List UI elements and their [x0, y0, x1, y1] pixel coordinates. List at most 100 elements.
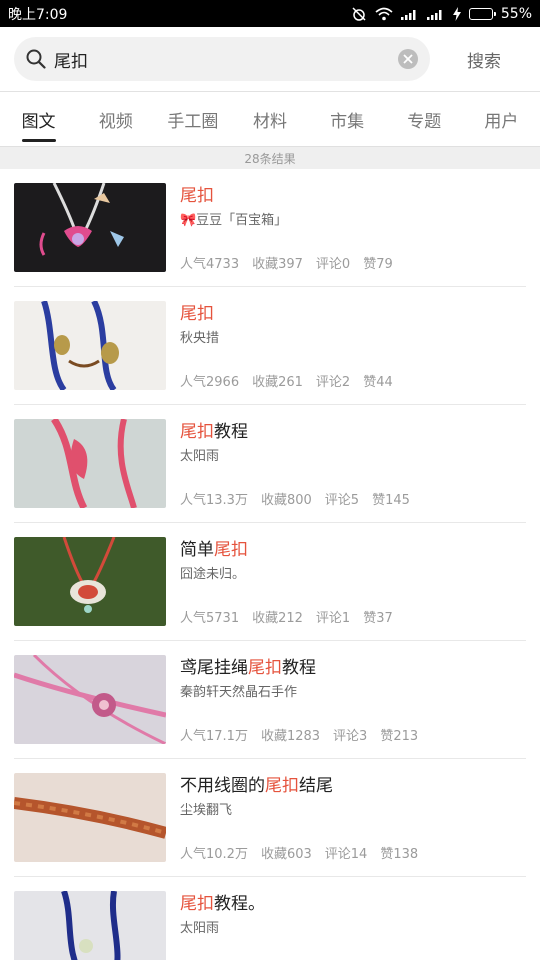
wifi-icon — [375, 7, 393, 21]
cell-signal-icon — [400, 8, 419, 20]
title-prefix: 不用线圈的 — [180, 776, 265, 796]
status-bar: 晚上7:09 55% — [0, 0, 540, 27]
result-thumbnail[interactable] — [14, 773, 166, 862]
result-author[interactable]: 囧途未归。 — [180, 567, 526, 583]
tab-3[interactable]: 材料 — [231, 92, 308, 146]
result-author[interactable]: 尘埃翻飞 — [180, 803, 526, 819]
stat-popularity: 人气13.3万 — [180, 493, 248, 508]
result-item[interactable]: 尾扣 🎀豆豆「百宝箱」 人气4733 收藏397 评论0 赞79 — [14, 169, 526, 287]
title-suffix: 教程 — [214, 422, 248, 442]
result-item[interactable]: 鸢尾挂绳尾扣教程秦韵轩天然晶石手作 人气17.1万 收藏1283 评论3 赞213 — [14, 641, 526, 759]
stat-comments: 评论1 — [315, 611, 351, 626]
result-info: 尾扣秋央措人气2966 收藏261 评论2 赞44 — [180, 301, 526, 390]
stat-popularity: 人气5731 — [180, 611, 240, 626]
result-item[interactable]: 简单尾扣囧途未归。人气5731 收藏212 评论1 赞37 — [14, 523, 526, 641]
result-stats: 人气13.3万 收藏800 评论5 赞145 — [180, 489, 410, 508]
tab-0[interactable]: 图文 — [0, 92, 77, 146]
stat-favorites: 收藏1283 — [260, 729, 321, 744]
result-thumbnail[interactable] — [14, 537, 166, 626]
result-item[interactable]: 尾扣教程太阳雨人气13.3万 收藏800 评论5 赞145 — [14, 405, 526, 523]
stat-favorites: 收藏397 — [252, 257, 303, 272]
result-thumbnail[interactable] — [14, 419, 166, 508]
stat-comments: 评论3 — [333, 729, 368, 744]
result-stats: 人气10.2万 收藏603 评论14 赞138 — [180, 843, 418, 862]
result-title[interactable]: 不用线圈的尾扣结尾 — [180, 775, 526, 797]
result-item[interactable]: 尾扣秋央措人气2966 收藏261 评论2 赞44 — [14, 287, 526, 405]
stat-favorites: 收藏212 — [252, 611, 303, 626]
result-title[interactable]: 尾扣 — [180, 303, 526, 325]
result-item[interactable]: 尾扣教程。太阳雨 — [14, 877, 526, 960]
stat-comments: 评论2 — [315, 375, 351, 390]
result-info: 不用线圈的尾扣结尾尘埃翻飞人气10.2万 收藏603 评论14 赞138 — [180, 773, 526, 862]
stat-likes: 赞37 — [363, 611, 393, 626]
result-stats: 人气2966 收藏261 评论2 赞44 — [180, 371, 393, 390]
title-highlight: 尾扣 — [180, 186, 214, 206]
result-thumbnail[interactable] — [14, 183, 166, 272]
close-icon — [403, 54, 413, 64]
battery-icon — [468, 7, 496, 20]
result-item[interactable]: 不用线圈的尾扣结尾尘埃翻飞人气10.2万 收藏603 评论14 赞138 — [14, 759, 526, 877]
title-highlight: 尾扣 — [214, 540, 248, 560]
result-title[interactable]: 尾扣 — [180, 185, 526, 207]
result-info: 简单尾扣囧途未归。人气5731 收藏212 评论1 赞37 — [180, 537, 526, 626]
status-time: 晚上7:09 — [8, 6, 68, 23]
result-list: 尾扣 🎀豆豆「百宝箱」 人气4733 收藏397 评论0 赞79 尾扣 秋央措 人气2966 收藏… — [0, 169, 540, 960]
stat-popularity: 人气10.2万 — [180, 847, 248, 862]
result-title[interactable]: 鸢尾挂绳尾扣教程 — [180, 657, 526, 679]
title-prefix: 鸢尾挂绳 — [180, 658, 248, 678]
status-icons: 55% — [351, 6, 532, 22]
search-icon — [26, 49, 46, 69]
result-author[interactable]: 太阳雨 — [180, 921, 526, 937]
result-author[interactable]: 秦韵轩天然晶石手作 — [180, 685, 526, 701]
result-title[interactable]: 尾扣教程 — [180, 421, 526, 443]
title-highlight: 尾扣 — [180, 422, 214, 442]
clear-search-button[interactable] — [398, 49, 418, 69]
battery-percent: 55% — [500, 5, 532, 22]
result-author[interactable]: 太阳雨 — [180, 449, 526, 465]
title-highlight: 尾扣 — [265, 776, 299, 796]
title-highlight: 尾扣 — [180, 304, 214, 324]
result-thumbnail[interactable] — [14, 891, 166, 960]
tab-4[interactable]: 市集 — [309, 92, 386, 146]
result-title[interactable]: 简单尾扣 — [180, 539, 526, 561]
result-title[interactable]: 尾扣教程。 — [180, 893, 526, 915]
tab-6[interactable]: 用户 — [463, 92, 540, 146]
result-info: 鸢尾挂绳尾扣教程秦韵轩天然晶石手作 人气17.1万 收藏1283 评论3 赞213 — [180, 655, 526, 744]
result-info: 尾扣教程。太阳雨 — [180, 891, 526, 960]
stat-favorites: 收藏800 — [260, 493, 312, 508]
category-tabs: 图文 视频 手工圈 材料 市集 专题 用户 — [0, 92, 540, 147]
stat-likes: 赞213 — [380, 729, 419, 744]
stat-comments: 评论14 — [324, 847, 368, 862]
result-thumbnail[interactable] — [14, 655, 166, 744]
title-prefix: 简单 — [180, 540, 214, 560]
title-suffix: 教程 — [282, 658, 316, 678]
tab-1[interactable]: 视频 — [77, 92, 154, 146]
result-author[interactable]: 秋央措 — [180, 331, 526, 347]
stat-likes: 赞138 — [380, 847, 419, 862]
title-suffix: 结尾 — [299, 776, 333, 796]
result-count: 28条结果 — [0, 147, 540, 169]
stat-favorites: 收藏603 — [260, 847, 312, 862]
charging-icon — [452, 6, 461, 21]
search-button[interactable]: 搜索 — [430, 47, 526, 72]
stat-comments: 评论0 — [315, 257, 351, 272]
result-stats: 人气17.1万 收藏1283 评论3 赞213 — [180, 725, 418, 744]
title-highlight: 尾扣 — [180, 894, 214, 914]
stat-likes: 赞145 — [372, 493, 410, 508]
tab-2[interactable]: 手工圈 — [154, 92, 231, 146]
result-stats: 人气4733 收藏397 评论0 赞79 — [180, 253, 393, 272]
stat-likes: 赞44 — [363, 375, 393, 390]
result-info: 尾扣 🎀豆豆「百宝箱」 人气4733 收藏397 评论0 赞79 — [180, 183, 526, 272]
stat-popularity: 人气17.1万 — [180, 729, 248, 744]
stat-popularity: 人气2966 — [180, 375, 240, 390]
stat-likes: 赞79 — [363, 257, 393, 272]
result-author[interactable]: 🎀豆豆「百宝箱」 — [180, 213, 526, 229]
title-suffix: 教程。 — [214, 894, 265, 914]
search-input[interactable]: 尾扣 — [14, 37, 430, 81]
result-info: 尾扣教程太阳雨人气13.3万 收藏800 评论5 赞145 — [180, 419, 526, 508]
title-highlight: 尾扣 — [248, 658, 282, 678]
tab-5[interactable]: 专题 — [386, 92, 463, 146]
stat-favorites: 收藏261 — [252, 375, 303, 390]
cell-signal-icon-2 — [426, 8, 445, 20]
result-thumbnail[interactable] — [14, 301, 166, 390]
